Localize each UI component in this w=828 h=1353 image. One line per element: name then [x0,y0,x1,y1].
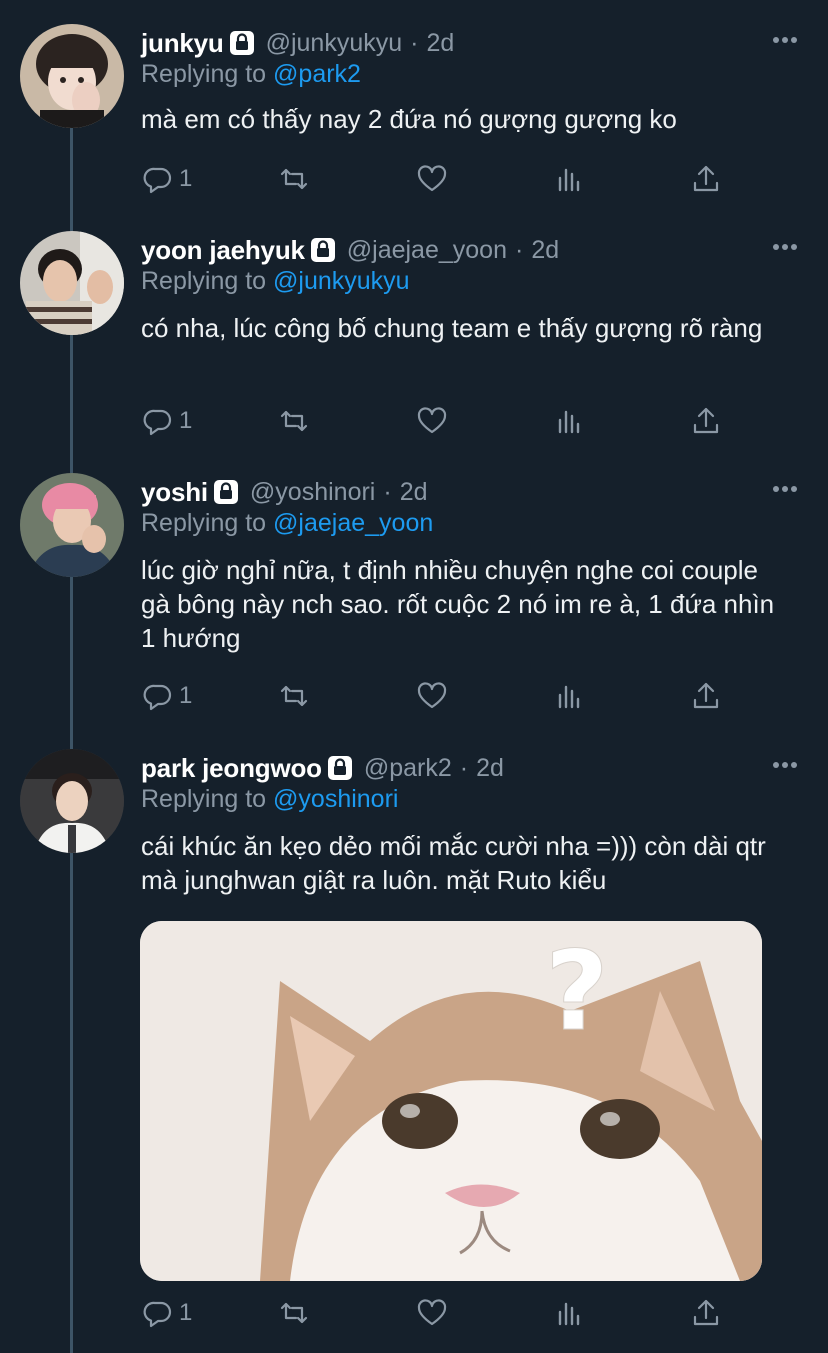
display-name[interactable]: park jeongwoo [141,753,322,784]
analytics-button[interactable] [553,676,587,716]
reply-icon [141,1296,175,1330]
cat-photo[interactable]: ? [140,921,762,1281]
replying-to-label: Replying to [141,60,267,88]
retweet-button[interactable] [277,159,311,199]
lock-icon [228,29,256,57]
tweet-actions: 1 [141,401,731,441]
share-icon [689,679,723,713]
retweet-icon [277,679,311,713]
share-icon [689,404,723,438]
display-name[interactable]: yoshi [141,477,208,508]
heart-icon [415,1296,449,1330]
reply-mention-link[interactable]: @park2 [273,60,361,88]
reply-button[interactable]: 1 [141,401,192,441]
like-button[interactable] [415,401,449,441]
reply-mention-link[interactable]: @yoshinori [273,785,398,813]
tweet-text: cái khúc ăn kẹo dẻo mối mắc cười nha =))… [141,831,766,895]
analytics-icon [553,162,587,196]
tweet-actions: 1 [141,676,731,716]
retweet-icon [277,162,311,196]
display-name[interactable]: junkyu [141,28,224,59]
reply-count: 1 [179,407,193,434]
tweet[interactable]: junkyu @junkyukyu · 2d Replying to @park… [0,24,828,234]
share-icon [689,162,723,196]
reply-icon [141,404,175,438]
replying-to: Replying to @junkyukyu [141,267,410,296]
lock-icon [326,754,354,782]
reply-count: 1 [179,165,193,192]
share-button[interactable] [689,676,723,716]
lock-icon [212,478,240,506]
reply-icon [141,679,175,713]
separator-dot: · [459,753,469,782]
analytics-icon [553,1296,587,1330]
replying-to: Replying to @yoshinori [141,785,398,814]
svg-text:?: ? [545,927,609,1055]
share-icon [689,1296,723,1330]
retweet-button[interactable] [277,401,311,441]
analytics-icon [553,404,587,438]
tweet[interactable]: yoshi @yoshinori · 2d Replying to @jaeja… [0,473,828,743]
more-horizontal-icon[interactable] [772,243,798,251]
separator-dot: · [410,28,419,57]
more-horizontal-icon[interactable] [772,36,798,44]
separator-dot: · [514,235,524,264]
avatar[interactable] [20,231,124,335]
tweet[interactable]: yoon jaehyuk @jaejae_yoon · 2d Replying … [0,231,828,471]
share-button[interactable] [689,159,723,199]
retweet-icon [277,1296,311,1330]
analytics-button[interactable] [553,401,587,441]
analytics-button[interactable] [553,1293,587,1333]
conversation-thread: junkyu @junkyukyu · 2d Replying to @park… [0,0,828,1353]
replying-to: Replying to @jaejae_yoon [141,509,433,538]
user-handle[interactable]: @yoshinori [250,478,375,507]
retweet-button[interactable] [277,1293,311,1333]
timestamp[interactable]: 2d [426,29,454,58]
like-button[interactable] [415,676,449,716]
avatar[interactable] [20,24,124,128]
reply-mention-link[interactable]: @junkyukyu [273,267,410,295]
heart-icon [415,404,449,438]
replying-to-label: Replying to [141,267,267,295]
reply-button[interactable]: 1 [141,676,192,716]
reply-button[interactable]: 1 [141,1293,192,1333]
tweet-text: mà em có thấy nay 2 đứa nó gượng gượng k… [141,104,677,134]
like-button[interactable] [415,159,449,199]
replying-to-label: Replying to [141,785,267,813]
tweet-text: lúc giờ nghỉ nữa, t định nhiều chuyện ng… [141,555,775,653]
analytics-button[interactable] [553,159,587,199]
tweet[interactable]: park jeongwoo @park2 · 2d Replying to @y… [0,749,828,1353]
user-handle[interactable]: @junkyukyu [266,29,403,58]
analytics-icon [553,679,587,713]
separator-dot: · [383,477,392,506]
reply-icon [141,162,175,196]
display-name[interactable]: yoon jaehyuk [141,235,305,266]
retweet-icon [277,404,311,438]
timestamp[interactable]: 2d [531,236,559,265]
timestamp[interactable]: 2d [400,478,428,507]
reply-button[interactable]: 1 [141,159,192,199]
replying-to-label: Replying to [141,509,267,537]
reply-count: 1 [179,1299,193,1326]
tweet-text: có nha, lúc công bố chung team e thấy gư… [141,313,763,343]
like-button[interactable] [415,1293,449,1333]
tweet-actions: 1 [141,159,731,199]
lock-icon [309,236,337,264]
user-handle[interactable]: @jaejae_yoon [347,236,507,265]
reply-mention-link[interactable]: @jaejae_yoon [273,509,433,537]
tweet-actions: 1 [141,1293,731,1333]
share-button[interactable] [689,1293,723,1333]
more-horizontal-icon[interactable] [772,485,798,493]
reply-count: 1 [179,682,193,709]
more-horizontal-icon[interactable] [772,761,798,769]
avatar[interactable] [20,473,124,577]
avatar[interactable] [20,749,124,853]
replying-to: Replying to @park2 [141,60,361,89]
timestamp[interactable]: 2d [476,754,504,783]
heart-icon [415,679,449,713]
retweet-button[interactable] [277,676,311,716]
user-handle[interactable]: @park2 [364,754,452,783]
share-button[interactable] [689,401,723,441]
heart-icon [415,162,449,196]
